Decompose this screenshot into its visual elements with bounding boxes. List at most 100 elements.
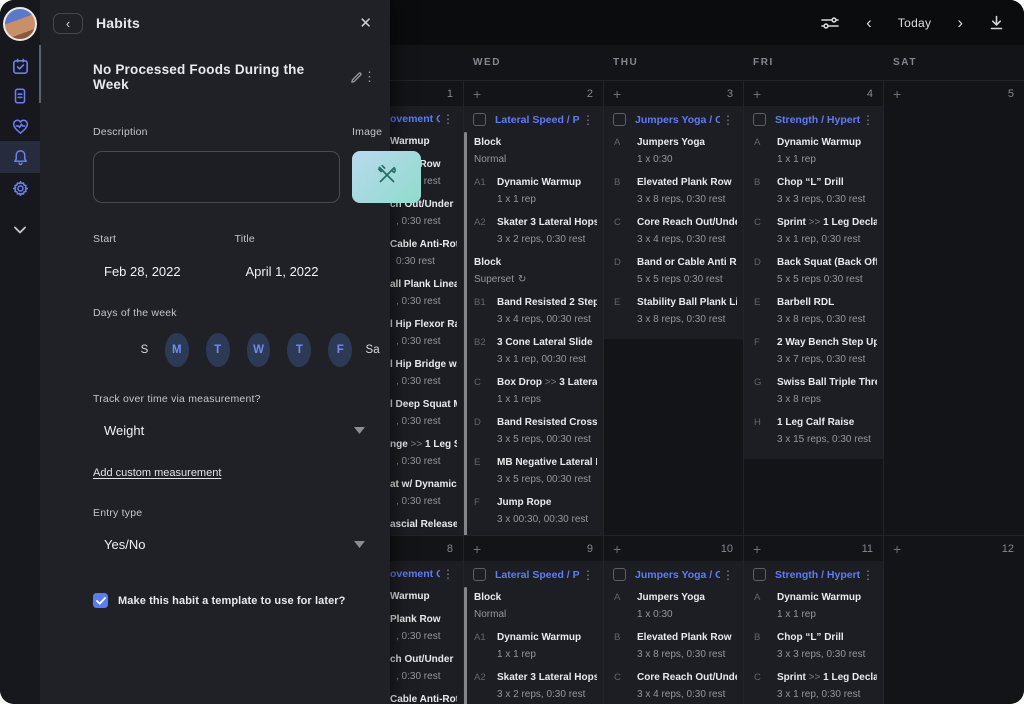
exercise-row[interactable]: BChop “L” Drill3 x 3 reps, 0:30 rest <box>744 626 883 666</box>
workout-kebab-icon[interactable]: ⋮ <box>580 569 596 581</box>
exercise-row[interactable]: EMB Negative Lateral Hop...3 x 5 reps, 0… <box>464 451 603 491</box>
add-workout-button[interactable]: + <box>613 87 621 101</box>
exercise-row[interactable]: DBand Resisted Crossover...3 x 5 reps, 0… <box>464 411 603 451</box>
exercise-row[interactable]: F2 Way Bench Step Up3 x 7 reps, 0:30 res… <box>744 331 883 371</box>
start-date-value[interactable]: Feb 28, 2022 <box>104 264 235 279</box>
workout-kebab-icon[interactable]: ⋮ <box>440 568 456 580</box>
workout-checkbox[interactable] <box>613 113 626 126</box>
sidebar-item-programs[interactable] <box>0 81 40 111</box>
exercise-row[interactable]: H1 Leg Calf Raise3 x 15 reps, 0:30 rest <box>744 411 883 451</box>
exercise-row[interactable]: Cable Anti-Rotati...0:30 rest <box>390 233 463 273</box>
day-toggle-s[interactable]: S <box>133 333 157 367</box>
exercise-row[interactable]: ch Out/Under, 0:30 rest <box>390 648 463 688</box>
day-toggle-w[interactable]: W <box>247 333 271 367</box>
add-custom-measurement-link[interactable]: Add custom measurement <box>93 467 221 479</box>
exercise-row[interactable]: DBand or Cable Anti Rotati...5 x 5 reps … <box>604 251 743 291</box>
workout-checkbox[interactable] <box>613 568 626 581</box>
exercise-row[interactable]: ADynamic Warmup1 x 1 rep <box>744 586 883 626</box>
card-scrollbar[interactable] <box>464 587 467 704</box>
add-workout-button[interactable]: + <box>893 87 901 101</box>
add-workout-button[interactable]: + <box>613 542 621 556</box>
exercise-row[interactable]: l Hip Flexor Rais..., 0:30 rest <box>390 313 463 353</box>
exercise-row[interactable]: CSprint >> 1 Leg Declarations3 x 1 rep, … <box>744 211 883 251</box>
prev-week-button[interactable]: ‹ <box>866 14 872 31</box>
exercise-row[interactable]: A1Dynamic Warmup1 x 1 rep <box>464 626 603 666</box>
workout-checkbox[interactable] <box>753 113 766 126</box>
exercise-row[interactable]: EStability Ball Plank Linear ...3 x 8 re… <box>604 291 743 331</box>
exercise-row[interactable]: CCore Reach Out/Under3 x 4 reps, 0:30 re… <box>604 666 743 704</box>
sidebar-item-health[interactable] <box>0 111 40 141</box>
exercise-row[interactable]: GSwiss Ball Triple Threat3 x 8 reps <box>744 371 883 411</box>
exercise-row[interactable]: l Hip Bridge w/ ..., 0:30 rest <box>390 353 463 393</box>
day-toggle-t[interactable]: T <box>287 333 311 367</box>
template-checkbox[interactable] <box>93 593 108 608</box>
workout-title[interactable]: Strength / Hypertro... <box>775 569 860 581</box>
workout-title[interactable]: Jumpers Yoga / Core <box>635 569 720 581</box>
entry-type-select[interactable]: Yes/No <box>93 535 376 553</box>
exercise-row[interactable]: DBack Squat (Back Off Set)5 x 5 reps 0:3… <box>744 251 883 291</box>
exercise-row[interactable]: AJumpers Yoga1 x 0:30 <box>604 131 743 171</box>
exercise-row[interactable]: CSprint >> 1 Leg Declarations3 x 1 rep, … <box>744 666 883 704</box>
panel-scrollbar[interactable] <box>39 45 41 103</box>
habit-image-thumbnail[interactable] <box>352 151 421 203</box>
next-week-button[interactable]: › <box>957 14 963 31</box>
exercise-row[interactable]: ascial Release C... <box>390 513 463 535</box>
add-workout-button[interactable]: + <box>753 87 761 101</box>
description-input[interactable] <box>93 151 340 203</box>
exercise-row[interactable]: BChop “L” Drill3 x 3 reps, 0:30 rest <box>744 171 883 211</box>
exercise-row[interactable]: l Deep Squat Mo..., 0:30 rest <box>390 393 463 433</box>
exercise-row[interactable]: B23 Cone Lateral Slide3 x 1 rep, 00:30 r… <box>464 331 603 371</box>
add-workout-button[interactable]: + <box>893 542 901 556</box>
exercise-row[interactable]: ADynamic Warmup1 x 1 rep <box>744 131 883 171</box>
workout-checkbox[interactable] <box>473 113 486 126</box>
workout-title[interactable]: Lateral Speed / Plyo <box>495 569 580 581</box>
workout-title[interactable]: Strength / Hypertro... <box>775 114 860 126</box>
day-toggle-t[interactable]: T <box>206 333 230 367</box>
end-date-value[interactable]: April 1, 2022 <box>246 264 377 279</box>
edit-pencil-icon[interactable] <box>350 71 363 84</box>
workout-kebab-icon[interactable]: ⋮ <box>440 113 456 125</box>
workout-title[interactable]: ovement Q... <box>390 568 440 580</box>
exercise-row[interactable]: Cable Anti-Rotati...0:30 rest <box>390 688 463 704</box>
day-toggle-sa[interactable]: Sa <box>361 333 385 367</box>
exercise-row[interactable]: GCross Footwork Jump Rope3 x 00:30, 00:3… <box>464 531 603 535</box>
exercise-row[interactable]: B1Band Resisted 2 Step Late...3 x 4 reps… <box>464 291 603 331</box>
workout-kebab-icon[interactable]: ⋮ <box>720 569 736 581</box>
exercise-row[interactable]: CCore Reach Out/Under3 x 4 reps, 0:30 re… <box>604 211 743 251</box>
card-scrollbar[interactable] <box>464 132 467 535</box>
sidebar-item-more[interactable] <box>0 215 40 245</box>
exercise-row[interactable]: BElevated Plank Row3 x 8 reps, 0:30 rest <box>604 171 743 211</box>
sidebar-item-notifications[interactable] <box>0 141 40 173</box>
measurement-select[interactable]: Weight <box>93 421 376 439</box>
exercise-row[interactable]: A2Skater 3 Lateral Hops >> ...3 x 2 reps… <box>464 666 603 704</box>
workout-title[interactable]: Jumpers Yoga / Core <box>635 114 720 126</box>
workout-checkbox[interactable] <box>473 568 486 581</box>
close-icon[interactable]: ✕ <box>355 12 376 34</box>
avatar[interactable] <box>3 7 37 41</box>
back-button[interactable]: ‹ <box>53 13 83 34</box>
habit-kebab-icon[interactable]: ⋮ <box>363 69 376 85</box>
workout-kebab-icon[interactable]: ⋮ <box>860 114 876 126</box>
add-workout-button[interactable]: + <box>473 542 481 556</box>
exercise-row[interactable]: EBarbell RDL3 x 8 reps, 0:30 rest <box>744 291 883 331</box>
today-button[interactable]: Today <box>898 16 932 30</box>
day-toggle-f[interactable]: F <box>328 333 352 367</box>
add-workout-button[interactable]: + <box>753 542 761 556</box>
exercise-row[interactable]: CBox Drop >> 3 Lateral H...1 x 1 reps <box>464 371 603 411</box>
download-icon[interactable] <box>989 15 1004 31</box>
exercise-row[interactable]: BElevated Plank Row3 x 8 reps, 0:30 rest <box>604 626 743 666</box>
exercise-row[interactable]: Plank Row, 0:30 rest <box>390 608 463 648</box>
sidebar-item-calendar[interactable] <box>0 51 40 81</box>
exercise-row[interactable]: Warmup <box>390 585 463 608</box>
exercise-row[interactable]: AJumpers Yoga1 x 0:30 <box>604 586 743 626</box>
workout-kebab-icon[interactable]: ⋮ <box>860 569 876 581</box>
exercise-row[interactable]: nge >> 1 Leg St..., 0:30 rest <box>390 433 463 473</box>
exercise-row[interactable]: all Plank Linear ..., 0:30 rest <box>390 273 463 313</box>
exercise-row[interactable]: A2Skater 3 Lateral Hops >> ...3 x 2 reps… <box>464 211 603 251</box>
exercise-row[interactable]: at w/ Dynamic P..., 0:30 rest <box>390 473 463 513</box>
workout-title[interactable]: ovement Q... <box>390 113 440 125</box>
exercise-row[interactable]: A1Dynamic Warmup1 x 1 rep <box>464 171 603 211</box>
day-toggle-m[interactable]: M <box>165 333 189 367</box>
workout-kebab-icon[interactable]: ⋮ <box>580 114 596 126</box>
add-workout-button[interactable]: + <box>473 87 481 101</box>
